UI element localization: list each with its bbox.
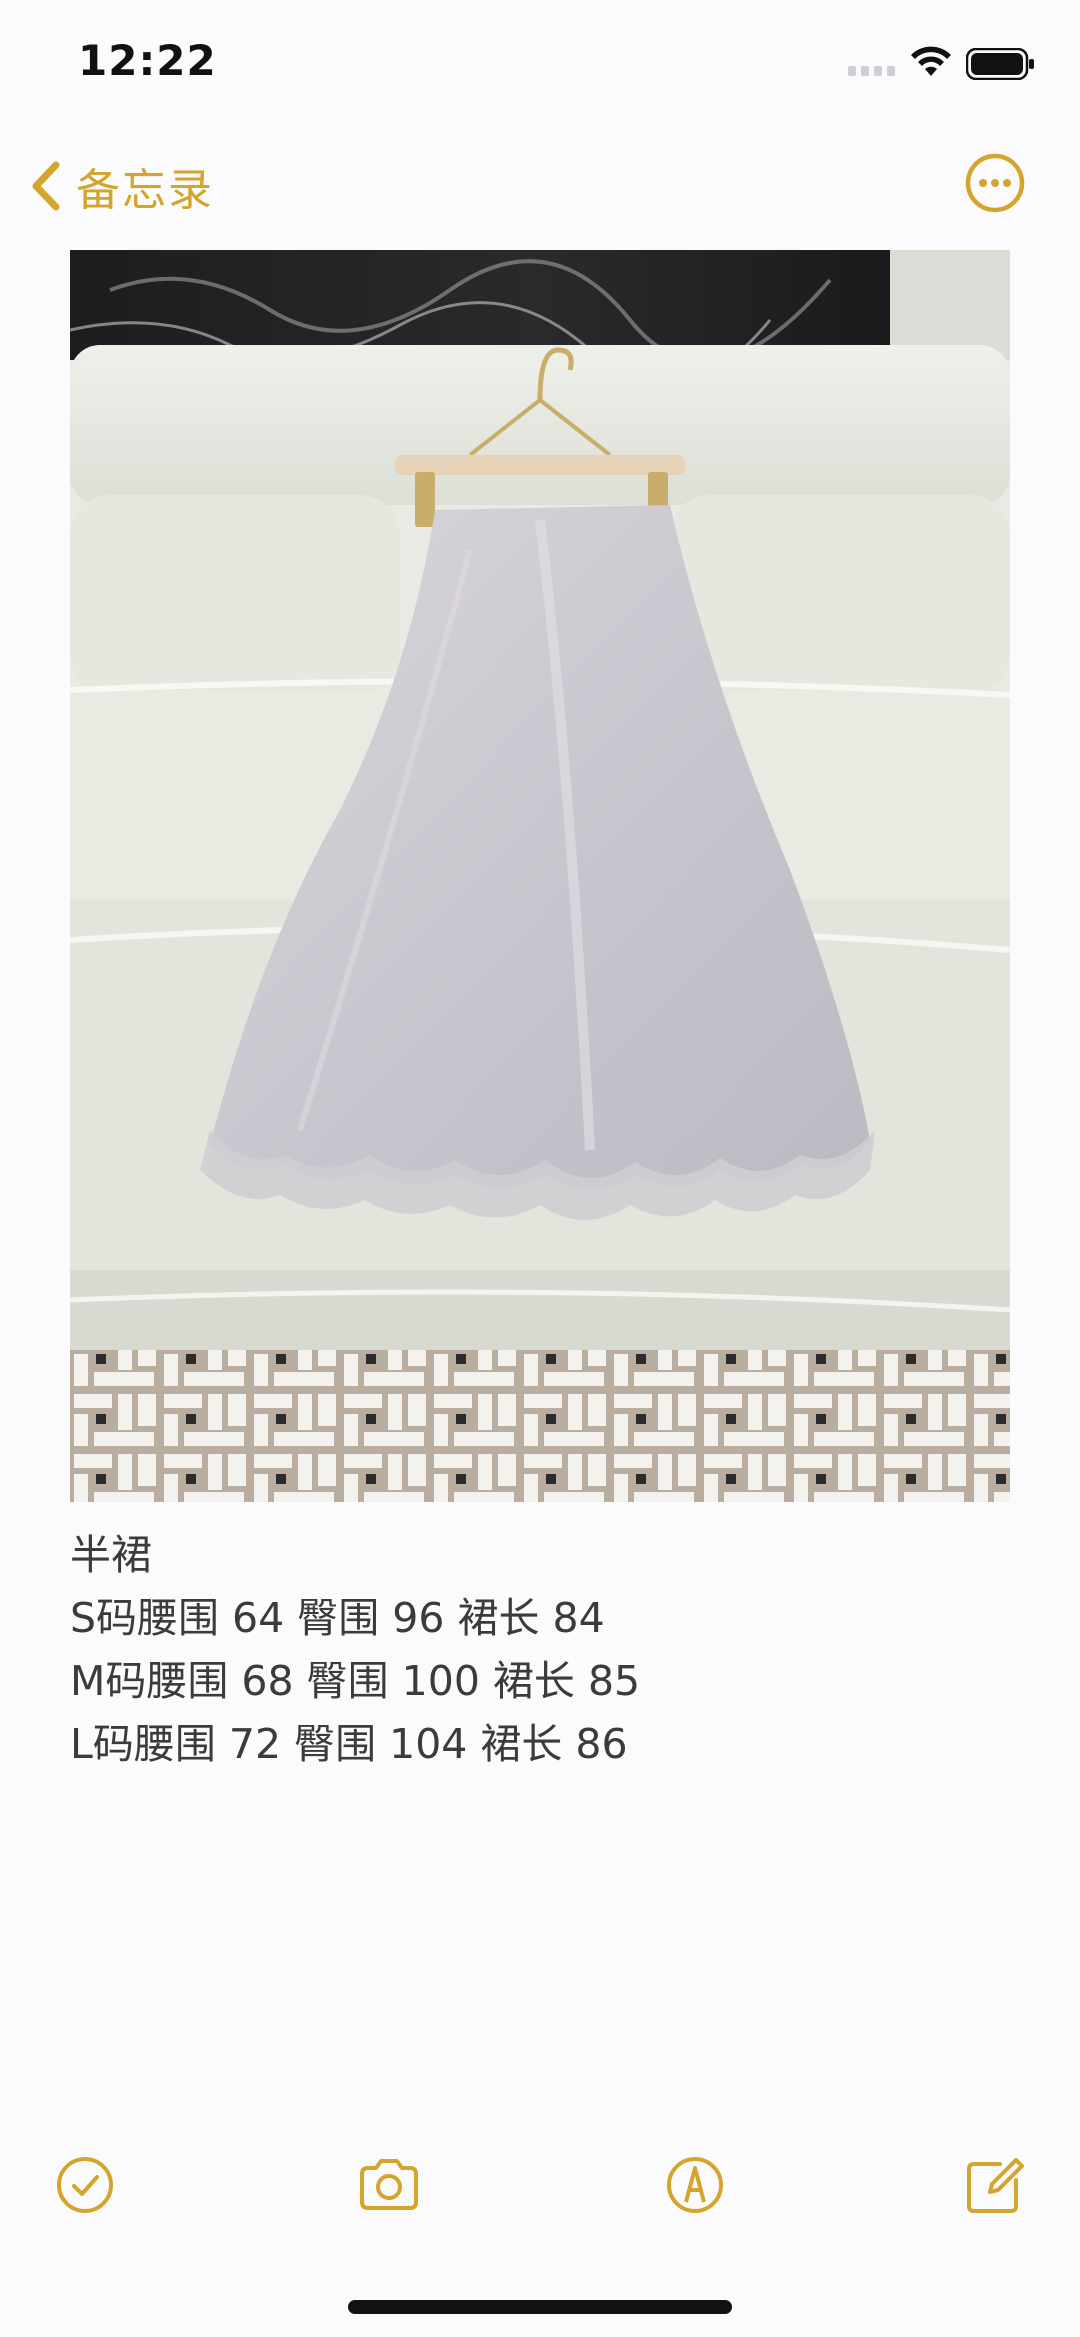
home-indicator[interactable] [348,2300,732,2314]
wifi-icon [911,46,951,76]
note-line-size-l: L码腰围 72 臀围 104 裙长 86 [70,1720,628,1768]
chevron-left-icon [32,161,60,211]
skirt-photo-illustration [70,250,1010,1502]
status-time: 12:22 [78,36,217,85]
battery-icon [966,48,1034,80]
navigation-bar: 备忘录 [0,140,1080,230]
compose-icon[interactable] [960,2150,1030,2220]
note-title-line: 半裙 [70,1531,152,1579]
markup-pen-icon[interactable] [660,2150,730,2220]
ellipsis-circle-icon[interactable] [964,152,1026,214]
checklist-icon[interactable] [50,2150,120,2220]
back-button[interactable]: 备忘录 [28,154,214,218]
note-line-size-s: S码腰围 64 臀围 96 裙长 84 [70,1594,605,1642]
back-label: 备忘录 [76,165,214,216]
camera-icon[interactable] [354,2150,424,2220]
note-line-size-m: M码腰围 68 臀围 100 裙长 85 [70,1657,641,1705]
bottom-toolbar [0,2150,1080,2230]
cellular-signal-icon [848,66,895,76]
note-photo[interactable] [70,250,1010,1502]
status-bar: 12:22 [0,0,1080,130]
note-body[interactable]: 半裙 S码腰围 64 臀围 96 裙长 84 M码腰围 68 臀围 100 裙长… [70,1524,1010,1776]
